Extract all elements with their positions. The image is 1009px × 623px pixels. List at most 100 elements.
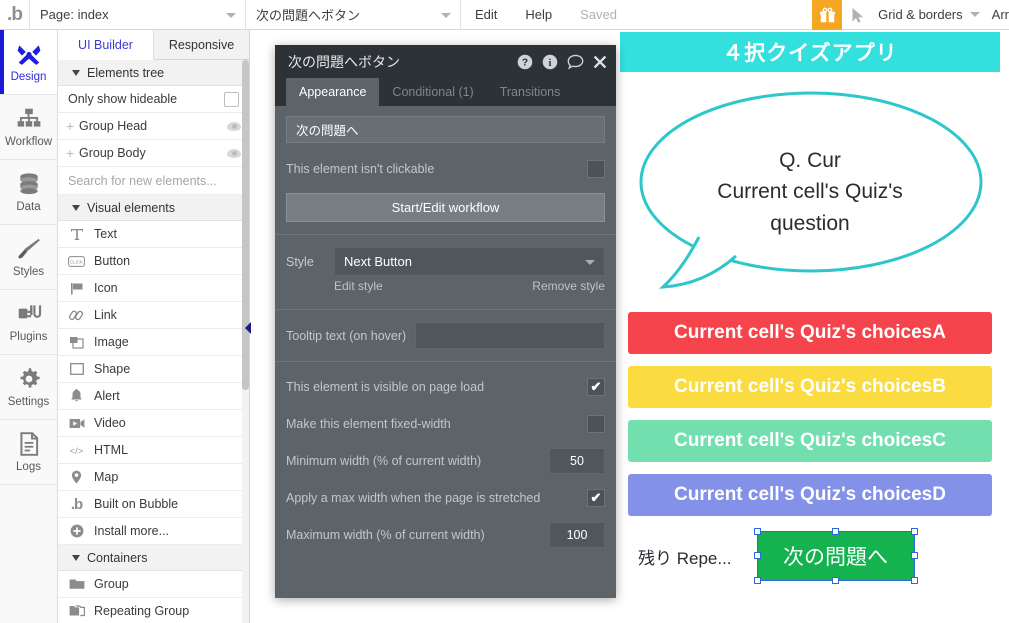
settings-icon xyxy=(19,367,40,388)
sidebar-item-label: Plugins xyxy=(9,331,48,343)
divider xyxy=(275,361,616,362)
element-button[interactable]: CLICK Button xyxy=(58,248,249,275)
element-label: Link xyxy=(94,308,117,322)
workflow-icon xyxy=(17,108,40,127)
resize-handle-bottom-left[interactable] xyxy=(753,577,761,584)
menu-edit[interactable]: Edit xyxy=(461,0,511,29)
containers-header[interactable]: Containers xyxy=(58,545,249,571)
element-repeating-group[interactable]: Repeating Group xyxy=(58,598,249,623)
sidebar-item-styles[interactable]: Styles xyxy=(0,225,57,290)
visible-on-load-checkbox[interactable]: ✔ xyxy=(587,378,605,396)
select-tool-button[interactable] xyxy=(842,0,874,30)
visibility-eye-icon[interactable] xyxy=(227,148,241,158)
element-label: HTML xyxy=(94,443,129,457)
element-label: Built on Bubble xyxy=(94,497,179,511)
apply-max-width-checkbox[interactable]: ✔ xyxy=(587,489,605,507)
min-width-input[interactable]: 50 xyxy=(549,448,605,474)
element-label: Icon xyxy=(94,281,118,295)
only-show-hideable-row[interactable]: Only show hideable xyxy=(58,86,249,113)
tree-item-group-head[interactable]: + Group Head xyxy=(58,113,249,140)
sidebar-item-design[interactable]: Design xyxy=(0,30,57,95)
elements-tree-header[interactable]: Elements tree xyxy=(58,60,249,86)
tooltip-input[interactable] xyxy=(415,322,605,349)
chevron-down-icon xyxy=(72,69,80,76)
element-shape[interactable]: Shape xyxy=(58,356,249,383)
element-text[interactable]: Text xyxy=(58,221,249,248)
sidebar-item-settings[interactable]: Settings xyxy=(0,355,57,420)
visibility-eye-icon[interactable] xyxy=(227,121,241,131)
not-clickable-checkbox[interactable] xyxy=(587,160,605,178)
tab-appearance[interactable]: Appearance xyxy=(286,78,380,106)
elements-scrollbar-track[interactable] xyxy=(242,60,249,623)
choice-button-c[interactable]: Current cell's Quiz's choicesC xyxy=(628,420,992,462)
fixed-width-label: Make this element fixed-width xyxy=(286,417,451,431)
arrange-menu[interactable]: Arr xyxy=(988,0,1009,29)
only-show-hideable-checkbox[interactable] xyxy=(224,91,239,107)
sidebar-item-data[interactable]: Data xyxy=(0,160,57,225)
resize-handle-top-right[interactable] xyxy=(910,528,918,535)
next-question-button-wrapper[interactable]: 次の問題へ xyxy=(753,528,918,584)
resize-handle-middle-right[interactable] xyxy=(910,552,918,559)
question-bubble: Q. Cur Current cell's Quiz's question xyxy=(620,72,1000,312)
sidebar-item-plugins[interactable]: Plugins xyxy=(0,290,57,355)
resize-handle-bottom-right[interactable] xyxy=(910,577,918,584)
max-width-input[interactable]: 100 xyxy=(549,522,605,548)
page-select-dropdown[interactable]: Page: index xyxy=(30,0,246,29)
element-map[interactable]: Map xyxy=(58,464,249,491)
comment-icon[interactable] xyxy=(567,54,584,70)
svg-text:</>: </> xyxy=(70,446,84,456)
element-icon[interactable]: Icon xyxy=(58,275,249,302)
max-width-label: Maximum width (% of current width) xyxy=(286,528,485,542)
menu-help[interactable]: Help xyxy=(511,0,566,29)
element-select-dropdown[interactable]: 次の問題へボタン xyxy=(246,0,461,29)
next-question-button[interactable]: 次の問題へ xyxy=(757,532,914,580)
sidebar-item-logs[interactable]: Logs xyxy=(0,420,57,485)
visual-elements-header[interactable]: Visual elements xyxy=(58,195,249,221)
fixed-width-checkbox[interactable] xyxy=(587,415,605,433)
button-text-input[interactable]: 次の問題へ xyxy=(286,116,605,143)
cursor-arrow-icon xyxy=(852,7,863,23)
start-edit-workflow-button[interactable]: Start/Edit workflow xyxy=(286,193,605,222)
svg-text:CLICK: CLICK xyxy=(70,259,83,264)
element-link[interactable]: Link xyxy=(58,302,249,329)
tab-transitions[interactable]: Transitions xyxy=(487,78,574,106)
expand-plus-icon[interactable]: + xyxy=(66,146,77,160)
edit-style-link[interactable]: Edit style xyxy=(334,279,383,293)
grid-borders-dropdown[interactable]: Grid & borders xyxy=(874,0,988,29)
choice-button-b[interactable]: Current cell's Quiz's choicesB xyxy=(628,366,992,408)
element-html[interactable]: </> HTML xyxy=(58,437,249,464)
element-video[interactable]: Video xyxy=(58,410,249,437)
tab-ui-builder[interactable]: UI Builder xyxy=(58,30,154,60)
element-image[interactable]: Image xyxy=(58,329,249,356)
info-icon[interactable]: i xyxy=(542,54,558,70)
resize-handle-top-center[interactable] xyxy=(831,528,839,535)
choice-button-d[interactable]: Current cell's Quiz's choicesD xyxy=(628,474,992,516)
elements-scrollbar-thumb[interactable] xyxy=(242,60,249,390)
bubble-logo[interactable]: .b xyxy=(0,0,30,29)
resize-handle-top-left[interactable] xyxy=(753,528,761,535)
tree-item-group-body[interactable]: + Group Body xyxy=(58,140,249,167)
element-alert[interactable]: Alert xyxy=(58,383,249,410)
choice-button-a[interactable]: Current cell's Quiz's choicesA xyxy=(628,312,992,354)
chevron-down-icon xyxy=(585,259,595,265)
gift-button[interactable] xyxy=(812,0,843,30)
property-editor-body: 次の問題へ This element isn't clickable Start… xyxy=(275,106,616,598)
element-group[interactable]: Group xyxy=(58,571,249,598)
close-icon[interactable] xyxy=(593,55,607,69)
help-icon[interactable]: ? xyxy=(517,54,533,70)
panel-collapse-arrow-icon[interactable] xyxy=(245,322,251,334)
resize-handle-bottom-center[interactable] xyxy=(831,577,839,584)
style-select-value: Next Button xyxy=(344,254,412,269)
tab-responsive[interactable]: Responsive xyxy=(154,30,249,60)
remove-style-link[interactable]: Remove style xyxy=(532,279,605,293)
expand-plus-icon[interactable]: + xyxy=(66,119,77,133)
sidebar-item-workflow[interactable]: Workflow xyxy=(0,95,57,160)
search-new-elements-input[interactable]: Search for new elements... xyxy=(58,167,249,195)
video-icon xyxy=(68,416,85,431)
resize-handle-middle-left[interactable] xyxy=(753,552,761,559)
tab-conditional[interactable]: Conditional (1) xyxy=(379,78,486,106)
element-built-on-bubble[interactable]: .b Built on Bubble xyxy=(58,491,249,518)
style-select[interactable]: Next Button xyxy=(334,247,605,276)
element-install-more[interactable]: Install more... xyxy=(58,518,249,545)
sidebar-item-label: Logs xyxy=(16,461,41,473)
